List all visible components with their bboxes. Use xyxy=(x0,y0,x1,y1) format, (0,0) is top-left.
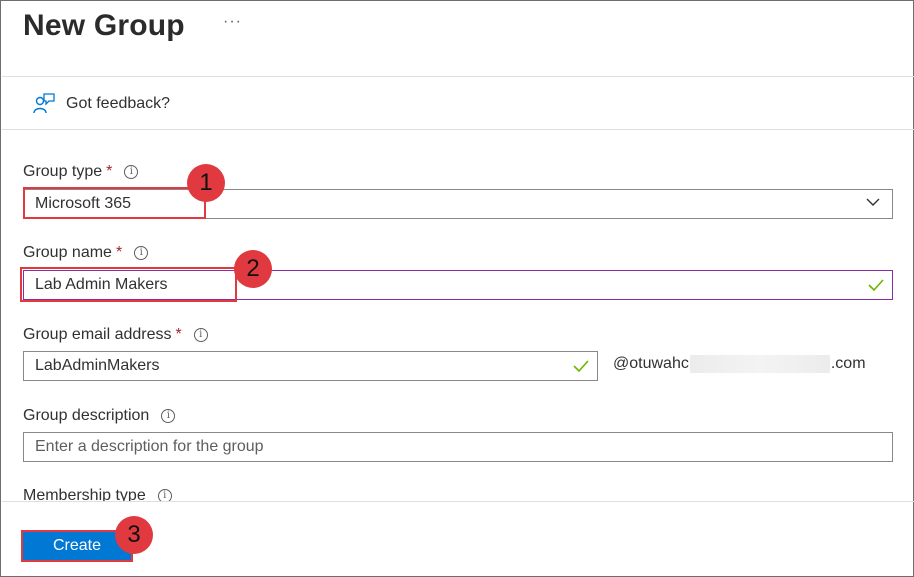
step-badge-3: 3 xyxy=(115,516,153,554)
feedback-link[interactable]: Got feedback? xyxy=(33,93,170,115)
header-divider xyxy=(2,76,914,77)
group-name-label: Group name * i xyxy=(23,244,149,262)
required-marker: * xyxy=(115,244,123,261)
more-options-button[interactable]: ··· xyxy=(223,13,242,31)
group-type-label: Group type * i xyxy=(23,163,139,181)
checkmark-icon xyxy=(573,360,589,372)
membership-type-label: Membership type i xyxy=(23,487,172,501)
info-icon[interactable]: i xyxy=(193,328,208,342)
step-badge-2: 2 xyxy=(234,250,272,288)
checkmark-icon xyxy=(868,279,884,291)
group-email-input[interactable]: LabAdminMakers xyxy=(23,351,598,381)
info-icon[interactable]: i xyxy=(157,489,172,501)
info-icon[interactable]: i xyxy=(161,409,176,423)
toolbar-divider xyxy=(2,129,914,130)
email-domain-suffix: @otuwahc .com xyxy=(613,355,866,373)
highlight-box-group-name xyxy=(20,267,237,302)
group-description-input[interactable]: Enter a description for the group xyxy=(23,432,893,462)
group-description-label: Group description i xyxy=(23,407,176,425)
info-icon[interactable]: i xyxy=(124,165,139,179)
required-marker: * xyxy=(106,163,113,180)
step-badge-1: 1 xyxy=(187,164,225,202)
highlight-box-group-type xyxy=(23,187,206,219)
page-title: New Group xyxy=(23,9,185,42)
info-icon[interactable]: i xyxy=(134,246,149,260)
required-marker: * xyxy=(175,326,182,343)
new-group-panel: New Group ··· Got feedback? Group type *… xyxy=(0,0,914,577)
footer-divider xyxy=(2,501,914,502)
redacted-domain xyxy=(689,355,830,373)
chevron-down-icon xyxy=(866,198,880,206)
feedback-label: Got feedback? xyxy=(66,95,171,112)
feedback-icon xyxy=(33,93,55,114)
group-email-label: Group email address * i xyxy=(23,326,208,344)
